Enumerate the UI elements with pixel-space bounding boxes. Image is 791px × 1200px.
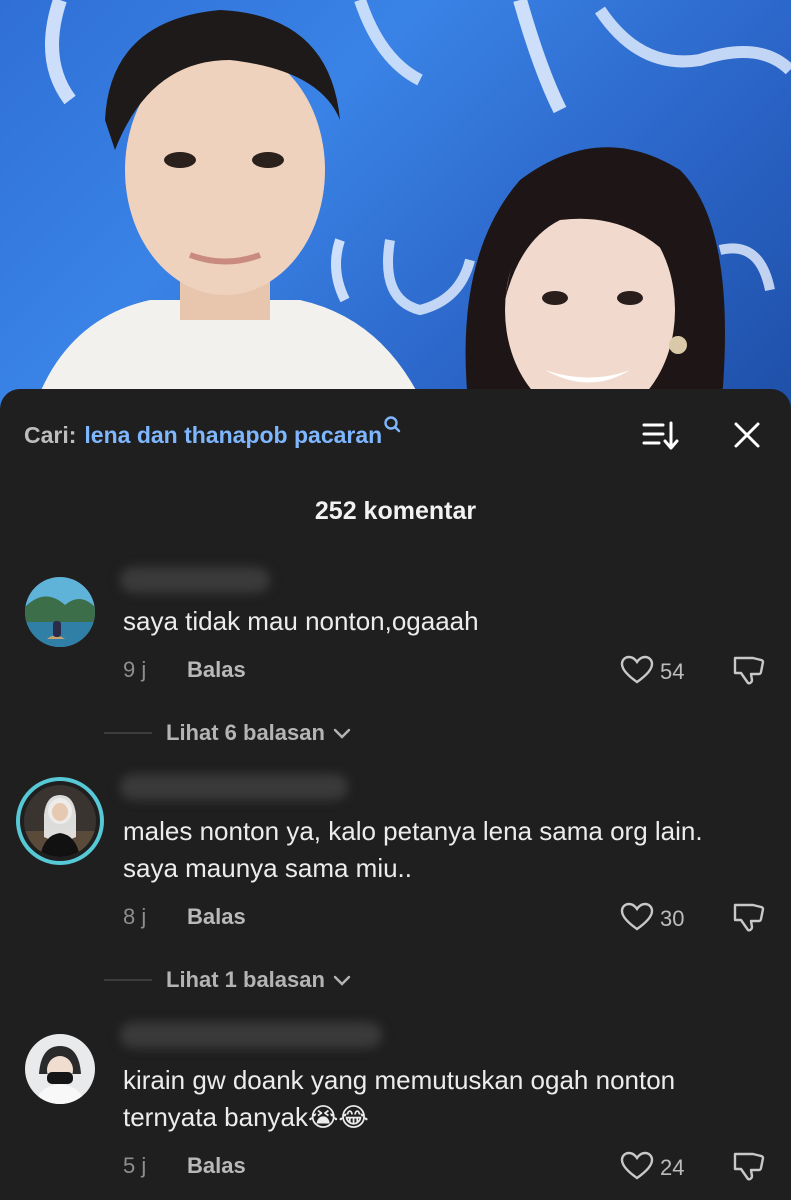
sort-icon[interactable] xyxy=(641,417,679,453)
chevron-down-icon xyxy=(333,728,351,739)
comment-time: 8 j xyxy=(123,904,147,929)
view-replies-label: Lihat 1 balasan xyxy=(166,967,325,992)
avatar[interactable] xyxy=(25,577,95,647)
like-count: 30 xyxy=(660,906,685,931)
reply-button[interactable]: Balas xyxy=(187,657,246,683)
username-redacted xyxy=(120,567,270,593)
reply-button[interactable]: Balas xyxy=(187,904,246,930)
comment-count: 252 komentar xyxy=(314,497,477,525)
comment-time: 9 j xyxy=(123,657,147,682)
chevron-down-icon xyxy=(333,975,351,986)
comment-text: males nonton ya, kalo petanya lena sama … xyxy=(123,816,703,883)
search-bar[interactable]: Cari: lena dan thanapob pacaran xyxy=(24,415,767,455)
like-count: 24 xyxy=(660,1155,685,1180)
comment-time: 5 j xyxy=(123,1153,147,1178)
comment-text: kirain gw doank yang memutuskan ogah non… xyxy=(123,1065,676,1132)
like-count: 54 xyxy=(660,659,685,684)
heart-icon[interactable] xyxy=(620,1151,654,1181)
heart-icon[interactable] xyxy=(620,655,654,685)
divider-line xyxy=(104,979,152,981)
video-background-photo[interactable] xyxy=(0,0,791,420)
divider-line xyxy=(104,732,152,734)
view-replies-button[interactable]: Lihat 1 balasan xyxy=(104,967,351,993)
thumbs-down-icon[interactable] xyxy=(731,1150,765,1182)
close-icon[interactable] xyxy=(731,419,763,451)
comment-text: saya tidak mau nonton,ogaaah xyxy=(123,606,479,636)
search-prefix: Cari: xyxy=(24,421,77,448)
view-replies-button[interactable]: Lihat 6 balasan xyxy=(104,720,351,746)
username-redacted xyxy=(120,1022,382,1048)
heart-icon[interactable] xyxy=(620,902,654,932)
search-icon[interactable] xyxy=(383,415,403,439)
thumbs-down-icon[interactable] xyxy=(731,901,765,933)
avatar[interactable] xyxy=(25,1034,95,1104)
avatar-story-ring[interactable] xyxy=(16,777,104,865)
username-redacted xyxy=(120,774,348,800)
search-query-link[interactable]: lena dan thanapob pacaran xyxy=(84,422,382,449)
view-replies-label: Lihat 6 balasan xyxy=(166,720,325,745)
reply-button[interactable]: Balas xyxy=(187,1153,246,1179)
photo-illustration xyxy=(30,0,791,420)
comments-sheet: Cari: lena dan thanapob pacaran 252 kome… xyxy=(0,389,791,1200)
thumbs-down-icon[interactable] xyxy=(731,654,765,686)
